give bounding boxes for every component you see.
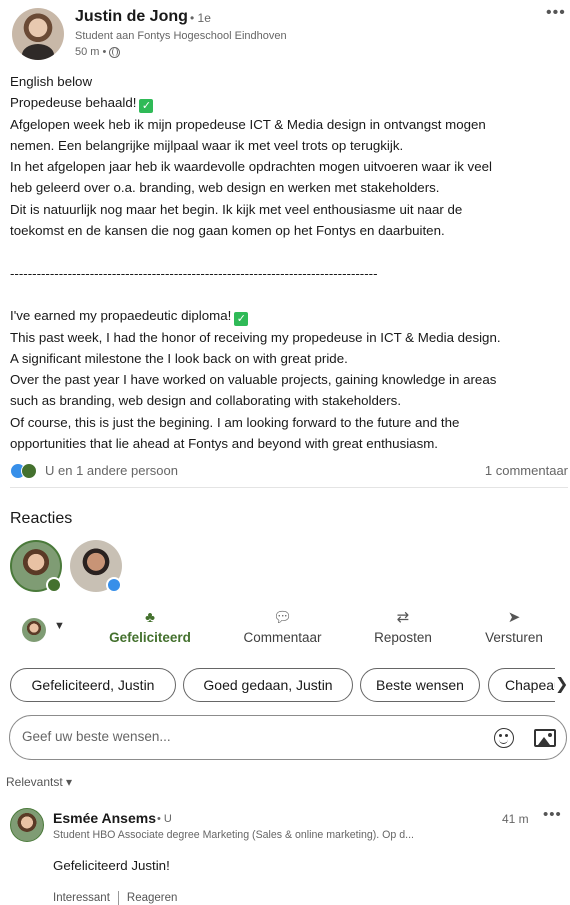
commenter-name[interactable]: Esmée Ansems	[53, 810, 156, 826]
send-button[interactable]: ➤ Versturen	[468, 606, 560, 652]
post-line: such as branding, web design and collabo…	[10, 393, 402, 409]
comment-label: Commentaar	[243, 630, 322, 645]
post-line: Dit is natuurlijk nog maar het begin. Ik…	[10, 201, 463, 217]
comment-icon: 💬︎	[272, 609, 293, 626]
suggestion-chip[interactable]: Goed gedaan, Justin	[183, 668, 353, 702]
sort-label: Relevantst	[6, 775, 63, 789]
reply-button[interactable]: Reageren	[127, 892, 178, 904]
divider	[10, 487, 568, 488]
author-avatar[interactable]	[12, 8, 64, 60]
suggestion-chip[interactable]: Beste wensen	[360, 668, 480, 702]
comment-input[interactable]	[22, 729, 462, 744]
send-icon: ➤	[507, 609, 521, 626]
comment-count[interactable]: 1 commentaar	[485, 463, 568, 478]
send-label: Versturen	[485, 630, 543, 645]
post-line: nemen. Een belangrijke mijlpaal waar ik …	[10, 137, 404, 153]
check-icon: ✓	[234, 312, 249, 327]
comment-box	[9, 715, 567, 760]
interesting-button[interactable]: Interessant	[53, 892, 110, 904]
commenter-headline: Student HBO Associate degree Marketing (…	[53, 829, 414, 841]
social-counts: U en 1 andere persoon 1 commentaar	[10, 462, 570, 480]
post-line: A significant milestone the I look back …	[10, 350, 348, 366]
post-line: Over the past year I have worked on valu…	[10, 372, 497, 388]
post-line: heb geleerd over o.a. branding, web desi…	[10, 180, 440, 196]
reaction-icons[interactable]	[10, 463, 42, 479]
sort-dropdown[interactable]: Relevantst ▾	[6, 775, 72, 789]
check-icon: ✓	[139, 99, 154, 114]
author-name[interactable]: Justin de Jong	[75, 8, 188, 26]
post-line: toekomst en de kansen die nog gaan komen…	[10, 223, 445, 239]
author-headline: Student aan Fontys Hogeschool Eindhoven	[75, 30, 287, 42]
post-line	[10, 284, 562, 305]
chevron-right-icon[interactable]: ❯	[555, 668, 570, 702]
repost-button[interactable]: ⇄ Reposten	[358, 606, 448, 652]
emoji-icon[interactable]	[494, 728, 514, 748]
reactions-title: Reacties	[10, 510, 73, 527]
post-line: This past week, I had the honor of recei…	[10, 329, 501, 345]
globe-icon	[109, 46, 121, 58]
celebrate-icon: ♣	[145, 609, 155, 626]
post-text: English below Propedeuse behaald! ✓ Afgel…	[10, 71, 562, 454]
celebrate-reaction-icon	[21, 463, 37, 479]
post-line: Afgelopen week heb ik mijn propedeuse IC…	[10, 116, 486, 132]
commenter-avatar[interactable]	[10, 808, 44, 842]
caret-down-icon: ▾	[66, 775, 73, 789]
suggestion-chip[interactable]: Gefeliciteerd, Justin	[10, 668, 176, 702]
post-line	[10, 241, 562, 262]
divider-line: ----------------------------------------…	[10, 265, 378, 281]
post-line: I've earned my propaedeutic diploma! ✓	[10, 305, 562, 327]
like-badge-icon	[106, 577, 122, 593]
comment-text: Gefeliciteerd Justin!	[53, 858, 170, 873]
comment-more-options-icon[interactable]: •••	[543, 806, 562, 823]
comment-time: 41 m	[502, 812, 529, 826]
reactions-summary[interactable]: U en 1 andere persoon	[45, 463, 178, 478]
post-line: English below	[10, 74, 93, 89]
repost-label: Reposten	[374, 630, 432, 645]
post-line: opportunities that lie ahead at Fontys a…	[10, 436, 438, 452]
repost-icon: ⇄	[396, 609, 410, 626]
commenter-degree: • U	[157, 813, 172, 825]
image-icon[interactable]	[534, 729, 556, 747]
celebrate-badge-icon	[46, 577, 62, 593]
post-line: Of course, this is just the begining. I …	[10, 414, 460, 430]
more-options-icon[interactable]: •••	[546, 4, 566, 22]
post-time: 50 m •	[75, 46, 107, 58]
comment-actions: Interessant Reageren	[53, 891, 177, 905]
post-meta: 50 m •	[75, 46, 121, 58]
separator	[117, 891, 119, 905]
celebrate-button[interactable]: ♣ Gefeliciteerd	[100, 606, 200, 652]
celebrate-label: Gefeliciteerd	[109, 630, 191, 645]
connection-degree: • 1e	[190, 11, 211, 25]
post-line: In het afgelopen jaar heb ik waardevolle…	[10, 159, 492, 175]
comment-button[interactable]: 💬︎ Commentaar	[230, 606, 335, 652]
action-bar: ♣ Gefeliciteerd 💬︎ Commentaar ⇄ Reposten…	[0, 606, 570, 652]
post-line: Propedeuse behaald! ✓	[10, 92, 562, 114]
